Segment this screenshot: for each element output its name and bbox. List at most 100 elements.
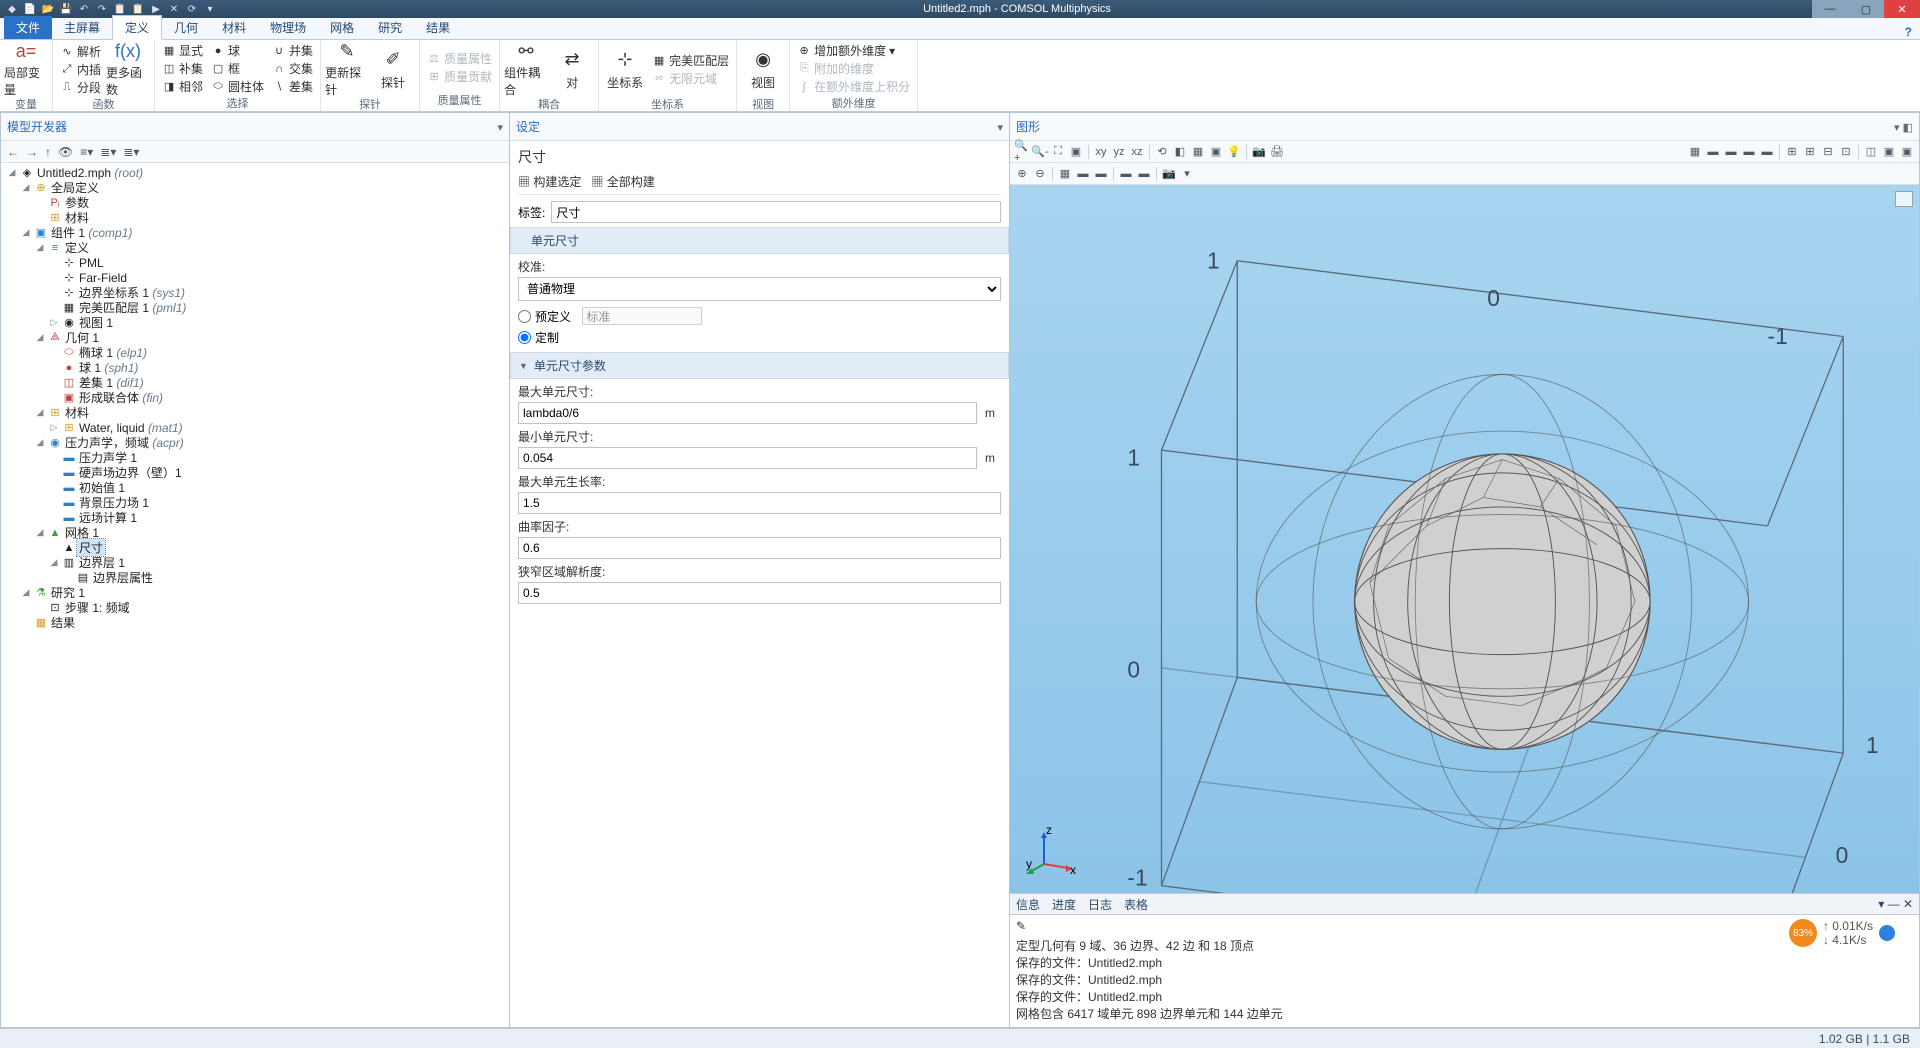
piecewise-button[interactable]: ⎍分段 [57,79,104,96]
box-sel-button[interactable]: ▢框 [208,60,267,77]
xz-view-icon[interactable]: xz [1129,144,1145,160]
tb-icon[interactable]: ▣ [1899,144,1915,160]
tb-icon[interactable]: ▬ [1759,144,1775,160]
tab-table[interactable]: 表格 [1124,896,1148,913]
interp-button[interactable]: ⤢内插 [57,61,104,78]
tab-geometry[interactable]: 几何 [162,16,210,39]
view-button[interactable]: ◉视图 [741,42,785,96]
tb-icon[interactable]: ▦ [1057,166,1073,182]
tb-icon[interactable]: ⊞ [1784,144,1800,160]
tb-icon[interactable]: ▬ [1093,166,1109,182]
adjacent-button[interactable]: ◨相邻 [159,78,206,95]
sphere-sel-button[interactable]: ●球 [208,42,267,59]
tab-file[interactable]: 文件 [4,16,52,39]
custom-radio[interactable] [518,331,531,344]
calibration-select[interactable]: 普通物理 [518,277,1001,301]
tab-physics[interactable]: 物理场 [258,16,318,39]
infinite-elem-button[interactable]: ∞无限元域 [649,70,732,87]
tb-icon[interactable]: ▾ [1179,166,1195,182]
build-all-button[interactable]: ▦ 全部构建 [591,175,654,189]
panel-menu-icon[interactable]: ▾ [497,122,503,134]
new-icon[interactable]: 📄 [22,2,38,16]
tb-icon[interactable]: ⊕ [1014,166,1030,182]
narrow-input[interactable] [518,582,1001,604]
more-functions-button[interactable]: f(x) 更多函数 [106,42,150,96]
copy-icon[interactable]: 📋 [112,2,128,16]
transparency-icon[interactable]: ◧ [1172,144,1188,160]
section-size-params[interactable]: ▼单元尺寸参数 [510,352,1009,379]
close-button[interactable]: ✕ [1884,0,1920,18]
graphics-canvas[interactable]: 1 0 -1 -101 -101 10-1 z x [1010,185,1919,893]
add-extra-dim-button[interactable]: ⊕增加额外维度▾ [794,42,913,59]
filter-icon[interactable]: ≣▾ [98,145,118,159]
tb-icon[interactable]: ⊡ [1838,144,1854,160]
predef-radio[interactable] [518,310,531,323]
tb-icon[interactable]: ▬ [1118,166,1134,182]
default-view-icon[interactable]: ⟲ [1154,144,1170,160]
tb-icon[interactable]: ▬ [1075,166,1091,182]
tab-main-screen[interactable]: 主屏幕 [52,16,112,39]
delete-icon[interactable]: ✕ [166,2,182,16]
complement-button[interactable]: ◫补集 [159,60,206,77]
maximize-button[interactable]: ▢ [1848,0,1884,18]
tb-icon[interactable]: ▦ [1687,144,1703,160]
tree-node-size[interactable]: ▲尺寸 [3,540,507,555]
tab-progress[interactable]: 进度 [1052,896,1076,913]
update-probe-button[interactable]: ✎更新探针 [325,42,369,96]
union-sel-button[interactable]: ∪并集 [269,42,316,59]
intersect-sel-button[interactable]: ∩交集 [269,60,316,77]
tb-icon[interactable]: ⊖ [1032,166,1048,182]
tb-icon[interactable]: ▬ [1723,144,1739,160]
coord-sys-button[interactable]: ⊹坐标系 [603,42,647,96]
expand-icon[interactable]: ≡▾ [78,145,95,159]
tab-log[interactable]: 日志 [1088,896,1112,913]
tab-mesh[interactable]: 网格 [318,16,366,39]
section-unit-size[interactable]: 单元尺寸 [510,227,1009,254]
save-icon[interactable]: 💾 [58,2,74,16]
cylinder-sel-button[interactable]: ⬭圆柱体 [208,78,267,95]
show-icon[interactable]: 👁 [56,145,75,159]
tb-icon[interactable]: ▬ [1705,144,1721,160]
pml-button[interactable]: ▦完美匹配层 [649,52,732,69]
tb-icon[interactable]: ◫ [1863,144,1879,160]
build-selected-button[interactable]: ▦ 构建选定 [518,175,581,189]
panel-menu-icon[interactable]: ▾ — ✕ [1878,897,1913,911]
zoom-out-icon[interactable]: 🔍- [1032,144,1048,160]
minimize-button[interactable]: — [1812,0,1848,18]
tab-result[interactable]: 结果 [414,16,462,39]
back-icon[interactable]: ← [5,145,21,159]
refresh-icon[interactable]: ⟳ [184,2,200,16]
tab-material[interactable]: 材料 [210,16,258,39]
camera-icon[interactable]: 📷 [1161,166,1177,182]
zoom-in-icon[interactable]: 🔍+ [1014,144,1030,160]
print-icon[interactable]: 🖨 [1269,144,1285,160]
mass-contrib-button[interactable]: ⊞质量贡献 [424,68,495,85]
probe-button[interactable]: ✐探针 [371,42,415,96]
zoom-extents-icon[interactable]: ⛶ [1050,144,1066,160]
panel-menu-icon[interactable]: ▾ ◧ [1894,122,1913,134]
filter2-icon[interactable]: ≣▾ [121,145,141,159]
tab-study[interactable]: 研究 [366,16,414,39]
lighting-icon[interactable]: 💡 [1226,144,1242,160]
min-size-input[interactable] [518,447,977,469]
integral-extra-button[interactable]: ∫在额外维度上积分 [794,78,913,95]
up-icon[interactable]: ↑ [43,145,53,159]
tag-input[interactable] [551,201,1001,223]
difference-sel-button[interactable]: ∖差集 [269,78,316,95]
panel-menu-icon[interactable]: ▾ [997,122,1003,134]
tab-info[interactable]: 信息 [1016,896,1040,913]
undo-icon[interactable]: ↶ [76,2,92,16]
max-size-input[interactable] [518,402,977,424]
pair-button[interactable]: ⇄对 [550,42,594,96]
growth-input[interactable] [518,492,1001,514]
select-icon[interactable]: ▣ [1208,144,1224,160]
tb-icon[interactable]: ⊞ [1802,144,1818,160]
forward-icon[interactable]: → [24,145,40,159]
tb-icon[interactable]: ▬ [1741,144,1757,160]
wireframe-icon[interactable]: ▦ [1190,144,1206,160]
explicit-button[interactable]: ▦显式 [159,42,206,59]
curvature-input[interactable] [518,537,1001,559]
paste-icon[interactable]: 📋 [130,2,146,16]
local-variable-button[interactable]: a= 局部变量 [4,42,48,96]
help-icon[interactable]: ? [1905,25,1912,39]
